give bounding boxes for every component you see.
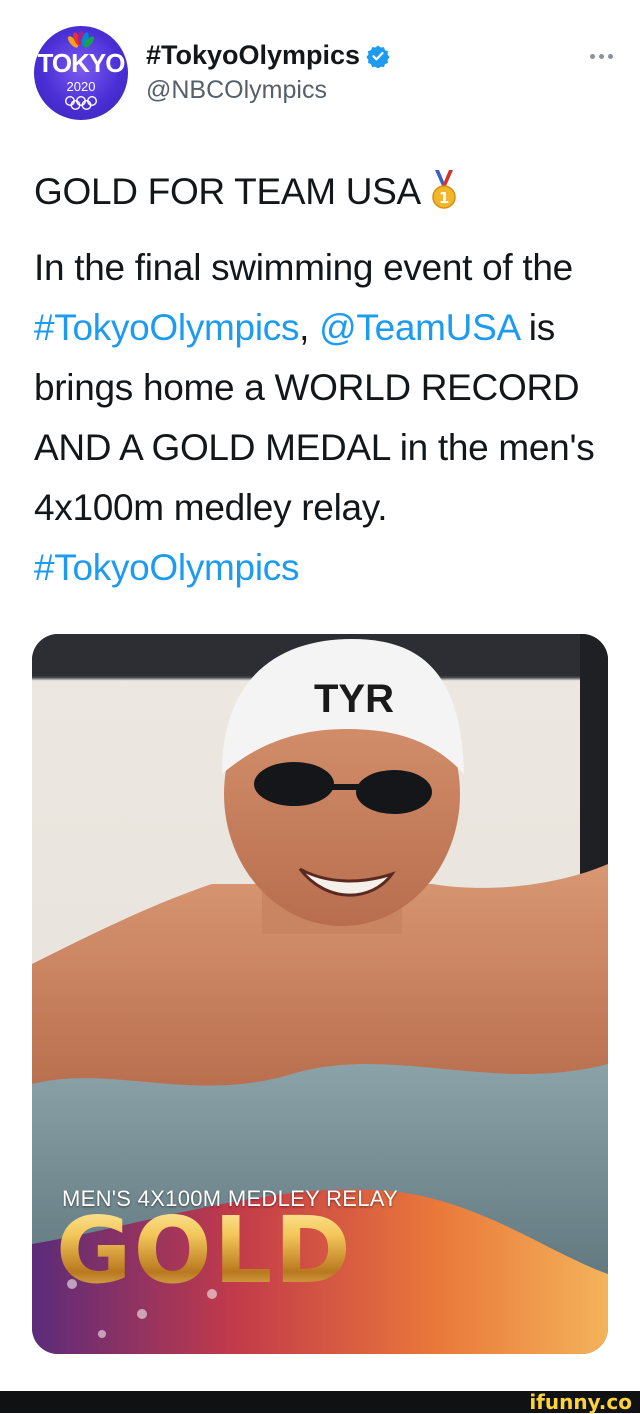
tweet-headline: GOLD FOR TEAM USA 1	[34, 162, 614, 222]
tweet-header: TOKYO 2020 #TokyoOlympics @NBCOlympics	[34, 26, 614, 126]
body-text: ,	[299, 307, 320, 348]
cap-brand: TYR	[314, 677, 394, 721]
display-name-text[interactable]: #TokyoOlympics	[146, 40, 360, 71]
hashtag-link[interactable]: #TokyoOlympics	[34, 547, 299, 588]
verified-badge-icon	[366, 45, 390, 68]
body-text: In the final swimming event of the	[34, 247, 573, 288]
olympic-rings-icon	[65, 96, 97, 110]
avatar-year: 2020	[66, 79, 96, 94]
handle[interactable]: @NBCOlympics	[146, 76, 327, 105]
svg-text:1: 1	[439, 189, 449, 207]
avatar[interactable]: TOKYO 2020	[34, 26, 128, 120]
tweet-paragraph: In the final swimming event of the #Toky…	[34, 238, 614, 598]
ifunny-watermark: ifunny.co	[529, 1390, 632, 1414]
tweet-body: GOLD FOR TEAM USA 1 In the final swimmin…	[34, 162, 614, 598]
media-gold-text: GOLD	[56, 1197, 353, 1304]
watermark-bar: ifunny.co	[0, 1391, 640, 1413]
more-options-icon[interactable]	[590, 46, 640, 66]
gold-medal-icon: 1	[432, 169, 456, 209]
avatar-word: TOKYO	[37, 48, 126, 78]
hashtag-link[interactable]: #TokyoOlympics	[34, 307, 299, 348]
mention-link[interactable]: @TeamUSA	[319, 307, 519, 348]
headline-text: GOLD FOR TEAM USA	[34, 171, 419, 212]
nbc-peacock-icon	[67, 31, 95, 48]
display-name[interactable]: #TokyoOlympics	[146, 40, 390, 71]
tweet-media-image[interactable]: TYR MEN'S 4X100M MEDLEY RELAY GOLD	[32, 634, 608, 1354]
